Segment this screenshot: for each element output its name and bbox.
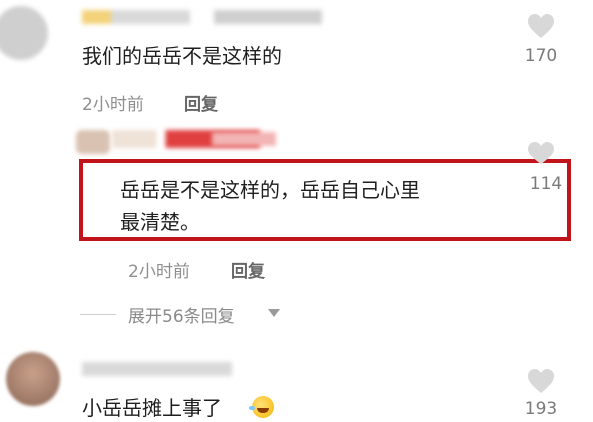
avatar[interactable] bbox=[0, 6, 48, 60]
comment-text: 我们的岳岳不是这样的 bbox=[82, 44, 282, 68]
heart-icon[interactable] bbox=[526, 367, 556, 395]
like-count: 114 bbox=[529, 174, 563, 194]
reply-button[interactable]: 回复 bbox=[184, 90, 218, 115]
heart-icon[interactable] bbox=[526, 12, 556, 40]
heart-icon[interactable] bbox=[526, 141, 556, 165]
comment-text: 岳岳是不是这样的，岳岳自己心里 bbox=[120, 178, 420, 202]
like-count: 193 bbox=[524, 399, 558, 419]
comment-time: 2小时前 bbox=[128, 262, 190, 282]
comment-text-continued: 最清楚。 bbox=[120, 210, 200, 234]
caret-down-icon[interactable] bbox=[268, 309, 280, 317]
username-blurred[interactable] bbox=[82, 362, 232, 376]
comment-thread: 我们的岳岳不是这样的 2小时前 回复 170 岳岳是不是这样的，岳岳自己心里 最… bbox=[0, 0, 593, 422]
username-blurred[interactable] bbox=[212, 132, 276, 146]
laughing-tears-emoji-icon bbox=[249, 396, 274, 418]
username-blurred[interactable] bbox=[82, 10, 322, 24]
comment-time: 2小时前 bbox=[82, 95, 144, 115]
like-count: 170 bbox=[524, 46, 558, 66]
reply-button[interactable]: 回复 bbox=[231, 257, 265, 282]
expand-replies-button[interactable]: 展开56条回复 bbox=[128, 302, 235, 327]
divider bbox=[80, 314, 116, 315]
avatar[interactable] bbox=[6, 352, 60, 406]
comment-text: 小岳岳摊上事了 bbox=[82, 396, 222, 420]
avatar[interactable] bbox=[76, 130, 110, 154]
